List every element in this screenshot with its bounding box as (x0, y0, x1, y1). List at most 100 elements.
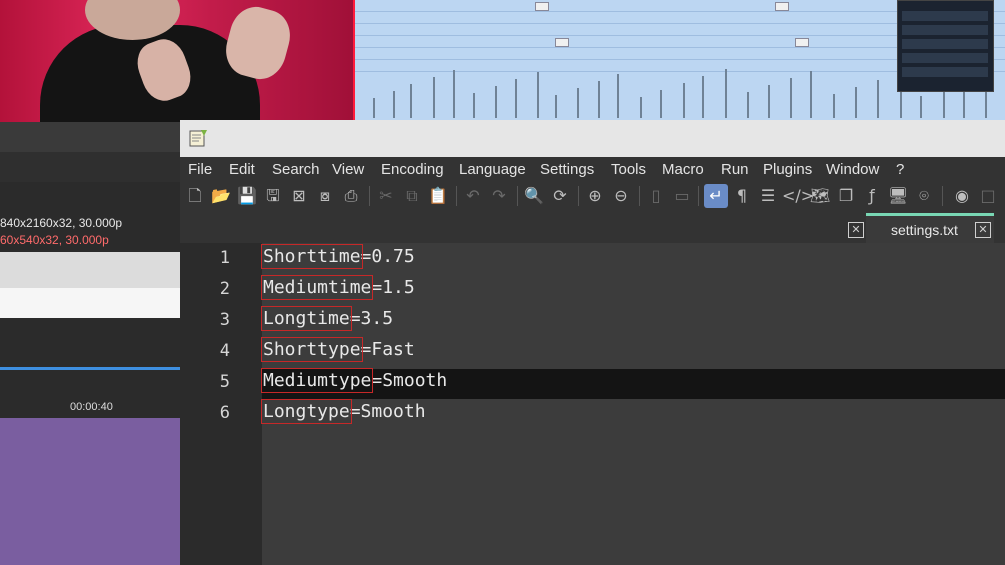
xml-tag-icon[interactable]: </> (782, 184, 814, 208)
audio-clip[interactable] (775, 2, 789, 11)
document-map-icon[interactable]: 🗺 (808, 184, 832, 208)
audio-clip[interactable] (795, 38, 809, 47)
toolbar-strip (0, 152, 182, 182)
sync-v-icon[interactable]: ▯ (644, 184, 668, 208)
show-all-chars-icon[interactable]: ¶ (730, 184, 754, 208)
close-all-icon[interactable]: ⧇ (313, 184, 337, 208)
save-all-icon[interactable]: 🖫 (261, 184, 285, 208)
code-line[interactable]: Longtime=3.5 (261, 306, 394, 331)
waveform-spike (768, 85, 770, 118)
menu-view[interactable]: View (332, 161, 364, 178)
line-number: 5 (219, 372, 230, 392)
waveform-spike (855, 87, 857, 118)
timeline-ruler (0, 122, 182, 152)
zoom-out-icon[interactable]: ⊖ (609, 184, 633, 208)
waveform-spike (790, 78, 792, 118)
menu-language[interactable]: Language (459, 161, 526, 178)
waveform-spike (725, 69, 727, 118)
menu-window[interactable]: Window (826, 161, 879, 178)
copy-icon[interactable]: ⧉ (400, 184, 424, 208)
mixer-row[interactable] (902, 39, 988, 49)
waveform-spike (555, 95, 557, 118)
mixer-row[interactable] (902, 67, 988, 77)
close-icon[interactable]: ⊠ (287, 184, 311, 208)
waveform-spike (747, 92, 749, 118)
waveform-spike (473, 93, 475, 118)
menu-run[interactable]: Run (721, 161, 749, 178)
waveform-spike (515, 79, 517, 118)
line-number: 6 (219, 403, 230, 423)
menu-plugins[interactable]: Plugins (763, 161, 812, 178)
code-line[interactable]: Shorttype=Fast (261, 337, 415, 362)
waveform-spike (495, 86, 497, 118)
waveform-spike (877, 80, 879, 118)
paste-icon[interactable]: 📋 (426, 184, 450, 208)
mixer-row[interactable] (902, 25, 988, 35)
waveform-spike (920, 96, 922, 118)
record-macro-icon[interactable]: ◉ (950, 184, 974, 208)
menu-settings[interactable]: Settings (540, 161, 594, 178)
setting-value: =1.5 (371, 277, 415, 298)
code-line[interactable]: Longtype=Smooth (261, 399, 426, 424)
open-file-icon[interactable]: 📂 (209, 184, 233, 208)
indent-guide-icon[interactable]: ☰ (756, 184, 780, 208)
toolbar-separator (456, 186, 457, 206)
mixer-row[interactable] (902, 11, 988, 21)
cut-icon[interactable]: ✂ (374, 184, 398, 208)
zoom-in-icon[interactable]: ⊕ (583, 184, 607, 208)
sync-h-icon[interactable]: ▭ (670, 184, 694, 208)
waveform-spike (640, 97, 642, 118)
menu-file[interactable]: File (188, 161, 212, 178)
redo-icon[interactable]: ↷ (487, 184, 511, 208)
stop-icon[interactable]: □ (976, 184, 1000, 208)
audio-clip[interactable] (555, 38, 569, 47)
clipboard-history-icon[interactable]: ❐ (834, 184, 858, 208)
save-icon[interactable]: 💾 (235, 184, 259, 208)
title-bar[interactable] (180, 120, 1005, 157)
setting-value: =3.5 (349, 308, 394, 329)
waveform-spike (617, 74, 619, 118)
preview-strip (0, 288, 182, 318)
waveform-spike (433, 77, 435, 118)
setting-key: Longtime (261, 306, 352, 331)
line-number: 3 (219, 310, 230, 330)
preview-strip (0, 252, 182, 288)
find-icon[interactable]: 🔍 (522, 184, 546, 208)
monitoring-icon[interactable]: 🖥 (886, 184, 910, 208)
waveform-spike (683, 83, 685, 118)
line-number: 1 (219, 248, 230, 268)
menu-tools[interactable]: Tools (611, 161, 646, 178)
tab-close-icon[interactable]: ✕ (975, 222, 991, 238)
new-file-icon[interactable]: 🗋 (183, 184, 207, 208)
function-list-icon[interactable]: ƒ (860, 184, 884, 208)
setting-key: Mediumtime (260, 275, 374, 300)
mixer-row[interactable] (902, 53, 988, 63)
undo-icon[interactable]: ↶ (461, 184, 485, 208)
waveform-spike (373, 98, 375, 118)
menu-help[interactable]: ? (896, 161, 904, 178)
setting-value: =Smooth (349, 401, 426, 422)
code-line[interactable]: Shorttime=0.75 (261, 244, 415, 269)
audio-clip[interactable] (535, 2, 549, 11)
code-line[interactable]: Mediumtime=1.5 (260, 275, 415, 300)
tab-label: settings.txt (891, 222, 958, 238)
print-icon[interactable]: ⎙ (339, 184, 363, 208)
close-icon[interactable]: ✕ (848, 222, 864, 238)
mixer-panel[interactable] (897, 0, 994, 92)
menu-encoding[interactable]: Encoding (381, 161, 444, 178)
menu-edit[interactable]: Edit (229, 161, 255, 178)
waveform-spike (410, 84, 412, 118)
line-number: 2 (219, 279, 230, 299)
code-line[interactable]: Mediumtype=Smooth (260, 368, 447, 393)
replace-icon[interactable]: ⟳ (548, 184, 572, 208)
menu-macro[interactable]: Macro (662, 161, 704, 178)
timeline-marker (0, 367, 182, 370)
word-wrap-icon[interactable]: ↵ (704, 184, 728, 208)
setting-value: =0.75 (360, 246, 415, 267)
video-clip[interactable] (0, 418, 180, 565)
menu-search[interactable]: Search (272, 161, 320, 178)
waveform-spike (810, 71, 812, 118)
screenshot-icon[interactable]: ⌾ (912, 184, 936, 208)
waveform-spike (453, 70, 455, 118)
setting-key: Shorttime (261, 244, 363, 269)
